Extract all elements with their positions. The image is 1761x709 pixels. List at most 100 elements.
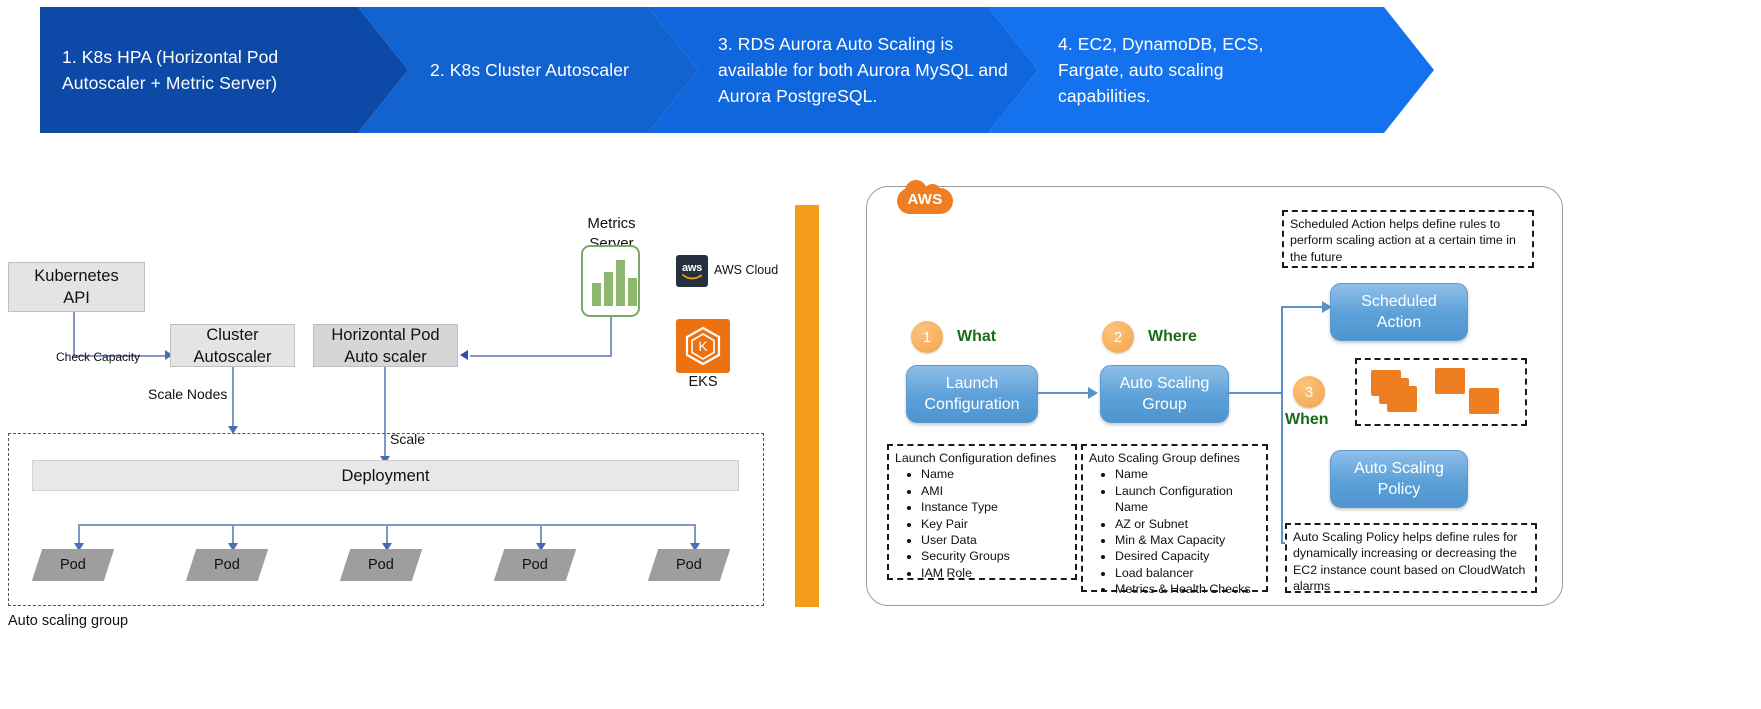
- note-list-item: Min & Max Capacity: [1115, 532, 1260, 548]
- launch-configuration-note-list: NameAMIInstance TypeKey PairUser DataSec…: [895, 466, 1069, 581]
- ec2-instance-icon: [1469, 388, 1499, 414]
- connector-metrics-left: [470, 355, 612, 357]
- svg-text:K: K: [698, 338, 708, 354]
- step-3-number-label: 3: [1304, 383, 1314, 401]
- launch-configuration-box[interactable]: Launch Configuration: [906, 365, 1038, 423]
- aws-cloud-badge-icon: AWS: [897, 180, 953, 218]
- note-list-item: Load balancer: [1115, 565, 1260, 581]
- step-2-number: 2: [1102, 321, 1134, 353]
- horizontal-pod-autoscaler-box[interactable]: Horizontal Pod Auto scaler: [313, 324, 458, 367]
- launch-configuration-line2: Configuration: [924, 396, 1020, 413]
- step-3-word: When: [1285, 411, 1329, 428]
- note-list-item: Desired Capacity: [1115, 548, 1260, 564]
- chevron-step-3[interactable]: 3. RDS Aurora Auto Scaling is available …: [648, 7, 1038, 133]
- hpa-label-line1: Horizontal Pod: [331, 325, 440, 344]
- note-list-item: Key Pair: [921, 516, 1069, 532]
- note-list-item: Security Groups: [921, 548, 1069, 564]
- chevron-step-3-label: 3. RDS Aurora Auto Scaling is available …: [718, 34, 1008, 106]
- ec2-instances-group: [1355, 358, 1527, 426]
- scheduled-action-box[interactable]: Scheduled Action: [1330, 283, 1468, 341]
- step-2-word: Where: [1148, 328, 1197, 345]
- auto-scaling-policy-note-text: Auto Scaling Policy helps define rules f…: [1293, 530, 1526, 594]
- kubernetes-api-label-line1: Kubernetes: [34, 267, 119, 285]
- launch-configuration-line1: Launch: [945, 375, 999, 392]
- scheduled-action-note-text: Scheduled Action helps define rules to p…: [1290, 217, 1516, 264]
- pod-node[interactable]: Pod: [647, 549, 731, 581]
- ec2-instance-icon: [1387, 386, 1417, 412]
- connector-lc-asg: [1036, 392, 1090, 395]
- pod-label: Pod: [522, 557, 548, 573]
- chevron-step-4[interactable]: 4. EC2, DynamoDB, ECS, Fargate, auto sca…: [988, 7, 1434, 133]
- chevron-step-1-label: 1. K8s HPA (Horizontal Pod Autoscaler + …: [62, 47, 279, 93]
- connector-metrics-arrowhead: [460, 350, 468, 360]
- metrics-bar-1: [592, 283, 601, 306]
- aws-cloud-label: AWS Cloud: [714, 263, 779, 277]
- metrics-server-label-line1: Metrics: [587, 215, 636, 232]
- step-3-number: 3: [1293, 376, 1325, 408]
- aws-logo-icon: aws: [676, 255, 708, 287]
- edge-label-scale-nodes: Scale Nodes: [148, 386, 228, 402]
- note-list-item: Name: [921, 466, 1069, 482]
- pod-label: Pod: [60, 557, 86, 573]
- auto-scaling-group-line1: Auto Scaling: [1119, 375, 1210, 392]
- note-list-item: Instance Type: [921, 499, 1069, 515]
- chevron-step-2[interactable]: 2. K8s Cluster Autoscaler: [358, 7, 698, 133]
- auto-scaling-group-note-list: NameLaunch Configuration NameAZ or Subne…: [1089, 466, 1260, 597]
- note-list-item: IAM Role: [921, 565, 1069, 581]
- connector-scale-nodes: [232, 367, 234, 429]
- pod-node[interactable]: Pod: [31, 549, 115, 581]
- ec2-instance-icon: [1435, 368, 1465, 394]
- auto-scaling-policy-line2: Policy: [1377, 481, 1421, 498]
- chevron-step-1[interactable]: 1. K8s HPA (Horizontal Pod Autoscaler + …: [40, 7, 408, 133]
- note-list-item: AMI: [921, 483, 1069, 499]
- auto-scaling-group-note: Auto Scaling Group defines NameLaunch Co…: [1081, 444, 1268, 596]
- pod-node[interactable]: Pod: [339, 549, 423, 581]
- aws-logo-text: aws: [682, 261, 702, 274]
- metrics-bar-2: [604, 272, 613, 306]
- pod-label: Pod: [214, 557, 240, 573]
- auto-scaling-policy-line1: Auto Scaling: [1354, 460, 1444, 477]
- scheduled-action-line1: Scheduled: [1361, 293, 1437, 310]
- connector-branch-scheduled: [1281, 306, 1327, 309]
- pod-label: Pod: [368, 557, 394, 573]
- auto-scaling-policy-box[interactable]: Auto Scaling Policy: [1330, 450, 1468, 508]
- step-1-number: 1: [911, 321, 943, 353]
- note-list-item: AZ or Subnet: [1115, 516, 1260, 532]
- auto-scaling-group-note-title: Auto Scaling Group defines: [1089, 451, 1240, 465]
- pod-node[interactable]: Pod: [185, 549, 269, 581]
- auto-scaling-policy-note: Auto Scaling Policy helps define rules f…: [1285, 523, 1537, 593]
- kubernetes-api-label-line2: API: [63, 289, 90, 307]
- step-2-number-label: 2: [1113, 328, 1123, 346]
- eks-label: EKS: [688, 374, 718, 390]
- metrics-server-icon: [581, 245, 640, 317]
- deployment-bar[interactable]: Deployment: [32, 460, 739, 491]
- note-list-item: Name: [1115, 466, 1260, 482]
- eks-hexagon-icon: K: [685, 326, 721, 366]
- cluster-autoscaler-label-line1: Cluster: [206, 325, 259, 344]
- launch-configuration-note: Launch Configuration defines NameAMIInst…: [887, 444, 1077, 580]
- aws-smile-icon: [682, 273, 702, 279]
- metrics-bar-4: [628, 278, 637, 306]
- process-chevron-banner: 1. K8s HPA (Horizontal Pod Autoscaler + …: [40, 7, 1434, 133]
- scheduled-action-line2: Action: [1376, 314, 1422, 331]
- cluster-autoscaler-label-line2: Autoscaler: [193, 347, 272, 366]
- kubernetes-api-box[interactable]: Kubernetes API: [8, 262, 145, 312]
- auto-scaling-group-line2: Group: [1142, 396, 1187, 413]
- aws-cloud-badge-label: AWS: [907, 191, 943, 208]
- pod-label: Pod: [676, 557, 702, 573]
- eks-icon: K: [676, 319, 730, 373]
- orange-divider: [795, 205, 819, 607]
- connector-lc-asg-arrowhead: [1088, 387, 1098, 399]
- edge-label-check-capacity: Check Capacity: [56, 350, 141, 364]
- pod-node[interactable]: Pod: [493, 549, 577, 581]
- hpa-label-line2: Auto scaler: [344, 347, 427, 366]
- auto-scaling-group-box[interactable]: Auto Scaling Group: [1100, 365, 1229, 423]
- launch-configuration-note-title: Launch Configuration defines: [895, 451, 1057, 465]
- note-list-item: User Data: [921, 532, 1069, 548]
- deployment-label: Deployment: [341, 466, 430, 485]
- cluster-autoscaler-box[interactable]: Cluster Autoscaler: [170, 324, 295, 367]
- note-list-item: Launch Configuration Name: [1115, 483, 1260, 516]
- metrics-bar-3: [616, 260, 625, 306]
- note-list-item: Metrics & Health Checks: [1115, 581, 1260, 597]
- connector-asg-bus: [1227, 392, 1283, 395]
